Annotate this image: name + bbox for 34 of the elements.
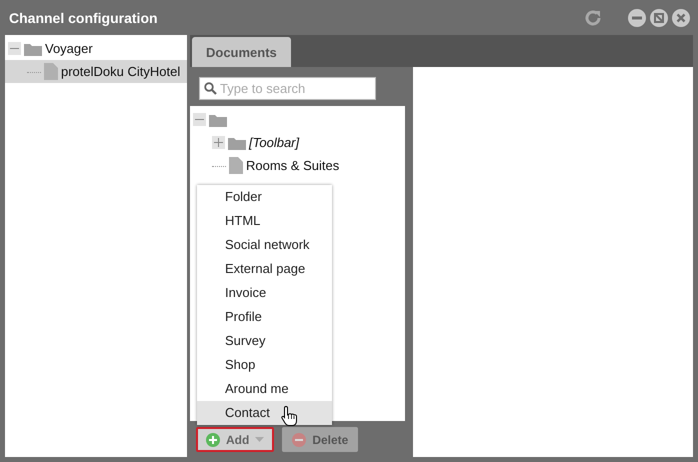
documents-tab[interactable]: Documents xyxy=(192,37,291,67)
refresh-icon[interactable] xyxy=(584,8,602,26)
minus-icon xyxy=(292,432,306,446)
menu-item[interactable]: Around me xyxy=(197,377,332,401)
menu-item[interactable]: Survey xyxy=(197,329,332,353)
folder-icon xyxy=(24,42,42,56)
folder-icon xyxy=(228,136,246,150)
document-icon xyxy=(44,63,58,80)
tree-item[interactable]: [Toolbar] xyxy=(249,135,300,150)
search-field[interactable]: Type to search xyxy=(199,77,376,100)
minimize-icon[interactable] xyxy=(628,8,646,26)
tree-item[interactable]: Voyager xyxy=(45,41,93,56)
menu-item[interactable]: Profile xyxy=(197,305,332,329)
close-icon[interactable] xyxy=(672,8,690,26)
menu-item[interactable]: Social network xyxy=(197,233,332,257)
search-icon xyxy=(204,82,217,95)
window-title: Channel configuration xyxy=(9,10,159,26)
folder-icon xyxy=(209,112,227,126)
menu-item[interactable]: External page xyxy=(197,257,332,281)
plus-icon xyxy=(206,432,220,446)
menu-item[interactable]: Contact xyxy=(197,401,332,425)
menu-item[interactable]: Folder xyxy=(197,185,332,209)
expand-icon[interactable] xyxy=(212,136,225,149)
collapse-icon[interactable] xyxy=(193,113,206,126)
tree-item[interactable]: Rooms & Suites xyxy=(246,158,340,173)
maximize-icon[interactable] xyxy=(650,8,668,26)
menu-item[interactable]: Shop xyxy=(197,353,332,377)
hand-cursor-icon xyxy=(281,405,298,427)
collapse-icon[interactable] xyxy=(8,42,21,55)
caret-icon xyxy=(255,437,264,442)
menu-item[interactable]: HTML xyxy=(197,209,332,233)
add-button[interactable]: Add xyxy=(196,427,274,452)
menu-item[interactable]: Invoice xyxy=(197,281,332,305)
document-icon xyxy=(229,157,243,174)
